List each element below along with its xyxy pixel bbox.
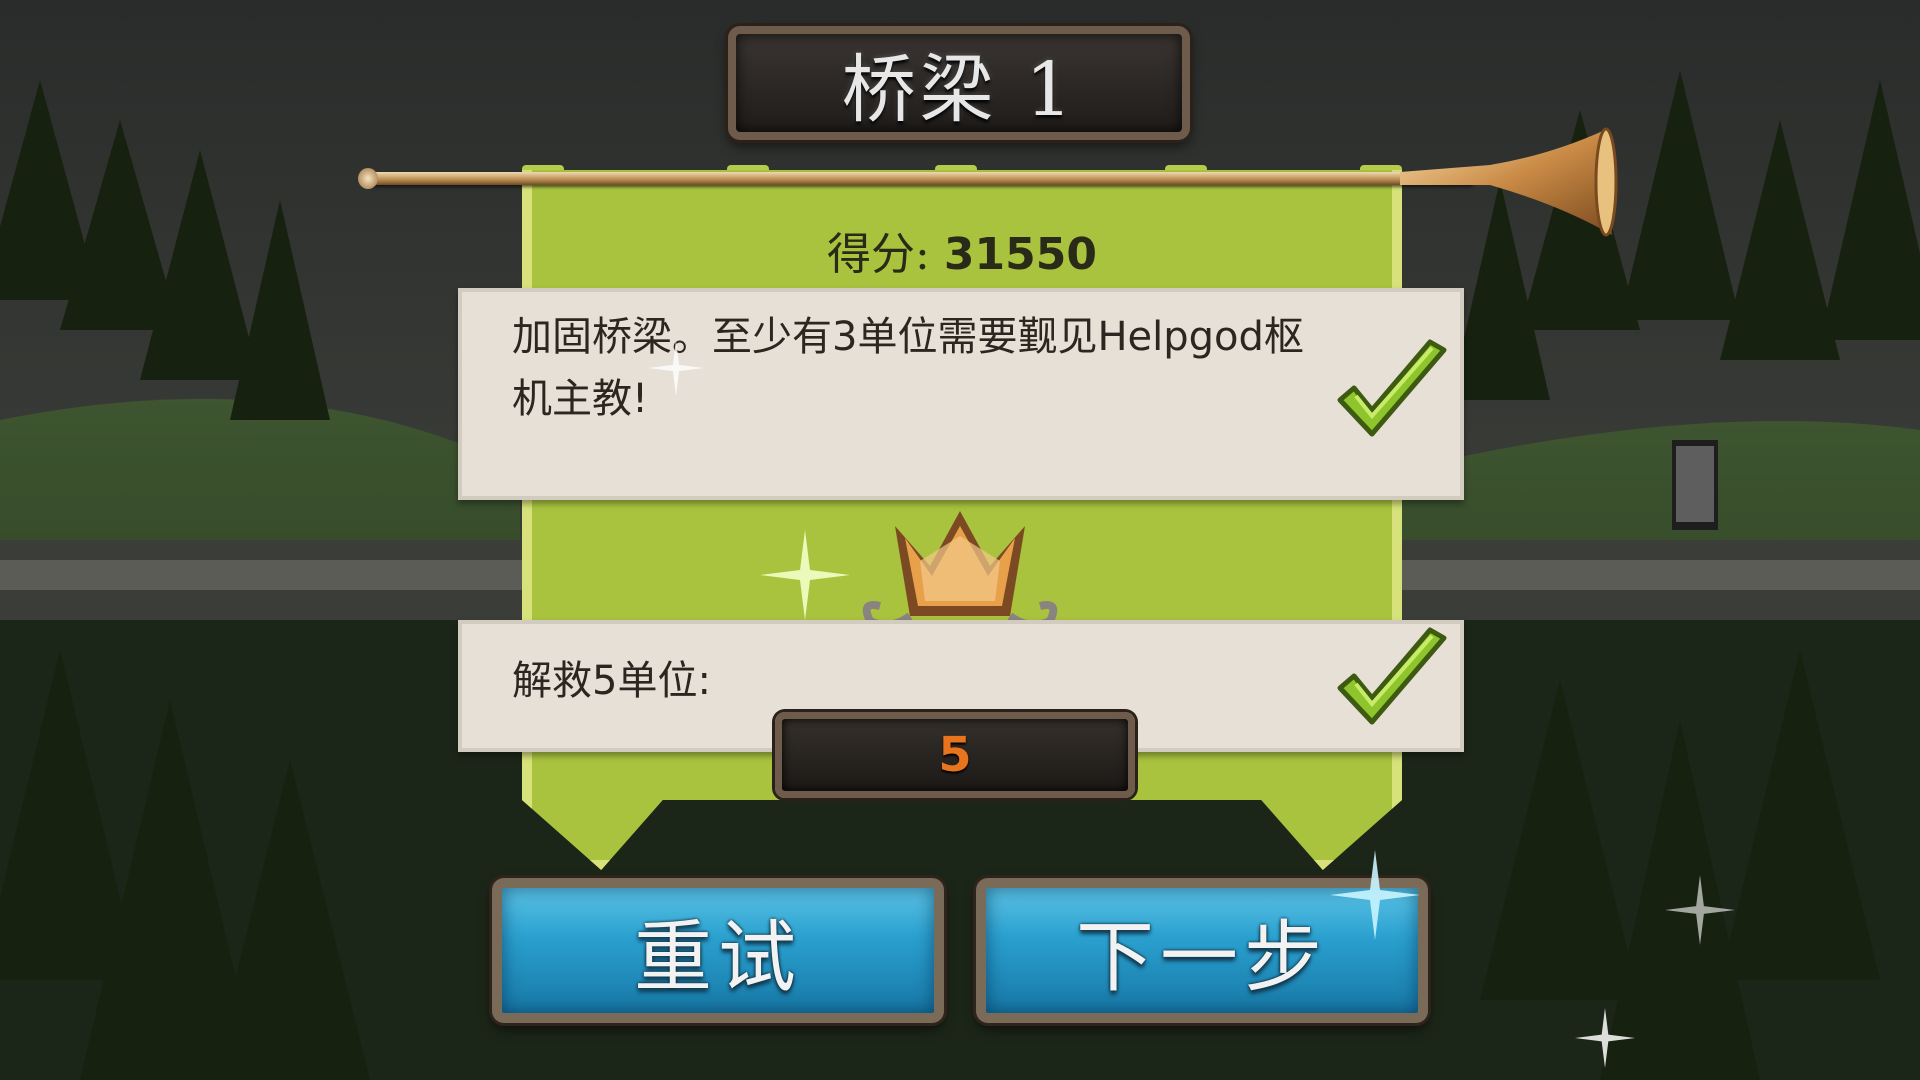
next-button-label: 下一步 [1075, 912, 1328, 1003]
score-display: 得分: 31550 [522, 218, 1402, 282]
objective-text-1: 加固桥梁。至少有3单位需要觐见Helpgod枢机主教! [512, 314, 1304, 422]
sparkle-icon [648, 340, 704, 396]
level-title: 桥梁 1 [841, 46, 1077, 133]
trumpet-icon [1400, 127, 1618, 237]
objective-card-1: 加固桥梁。至少有3单位需要觐见Helpgod枢机主教! [458, 288, 1464, 500]
checkmark-icon [1337, 339, 1447, 437]
level-title-plate: 桥梁 1 [728, 26, 1190, 140]
crown-icon [862, 511, 1058, 629]
objective-text-2: 解救5单位: [512, 658, 711, 704]
trumpet-rod [365, 172, 1475, 185]
checkmark-icon [1337, 627, 1447, 725]
score-value: 31550 [943, 229, 1097, 280]
trumpet-rod-cap [358, 168, 378, 189]
retry-button-label: 重试 [633, 912, 802, 1003]
rescued-count: 5 [938, 727, 972, 783]
sparkle-icon [1665, 875, 1735, 945]
sparkle-icon [1330, 850, 1420, 940]
sparkle-icon [760, 530, 850, 620]
retry-button[interactable]: 重试 [492, 878, 944, 1023]
rescued-count-plate: 5 [775, 712, 1135, 798]
sparkle-icon [1575, 1008, 1635, 1068]
score-label: 得分: [827, 229, 930, 280]
